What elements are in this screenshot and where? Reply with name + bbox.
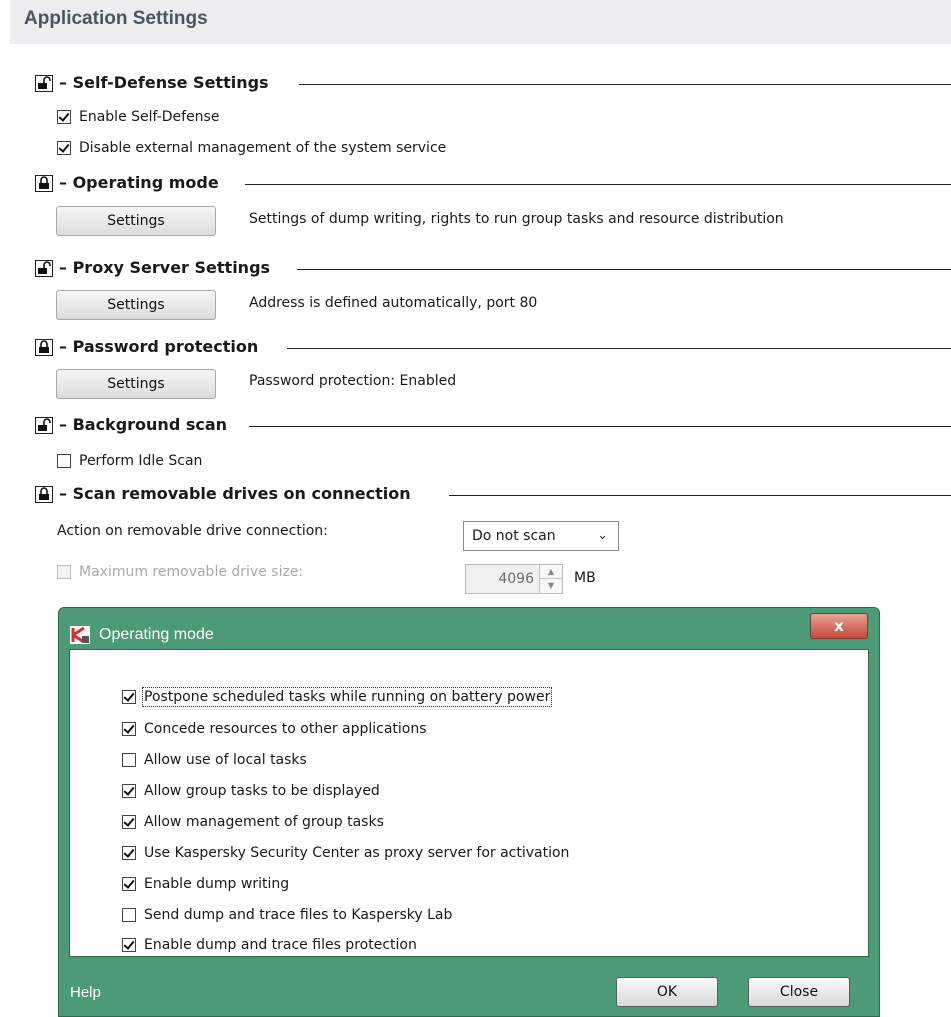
close-icon[interactable]: x [810, 613, 868, 639]
size-unit-label: MB [574, 570, 596, 586]
checkbox-label: Send dump and trace files to Kaspersky L… [144, 907, 453, 923]
stepper-down-icon[interactable]: ▼ [540, 579, 562, 593]
checkbox-box[interactable] [122, 877, 136, 891]
disable-external-management-checkbox[interactable]: Disable external management of the syste… [57, 138, 446, 158]
dialog-title: Operating mode [99, 626, 214, 643]
checkbox-box[interactable] [122, 846, 136, 860]
section-divider [297, 269, 951, 270]
proxy-settings-button[interactable]: Settings [56, 290, 216, 320]
max-drive-size-checkbox[interactable]: Maximum removable drive size: [57, 562, 303, 582]
checkbox-box[interactable] [57, 110, 71, 124]
locked-padlock-icon[interactable] [35, 175, 53, 192]
password-settings-button[interactable]: Settings [56, 369, 216, 399]
action-on-connection-label: Action on removable drive connection: [57, 523, 328, 539]
checkbox-label: Enable dump writing [144, 876, 290, 892]
stepper-value: 4096 [498, 571, 534, 587]
dialog-option-checkbox[interactable]: Allow use of local tasks [122, 750, 307, 770]
perform-idle-scan-checkbox[interactable]: Perform Idle Scan [57, 451, 202, 471]
stepper-buttons: ▲ ▼ [539, 565, 562, 593]
dialog-option-checkbox[interactable]: Postpone scheduled tasks while running o… [122, 687, 553, 707]
checkbox-box[interactable] [122, 722, 136, 736]
checkbox-label: Allow use of local tasks [144, 752, 307, 768]
select-value: Do not scan [472, 528, 556, 544]
checkbox-box[interactable] [122, 908, 136, 922]
dialog-option-checkbox[interactable]: Concede resources to other applications [122, 719, 427, 739]
section-proxy-server: – Proxy Server Settings [35, 258, 951, 280]
unlocked-padlock-icon[interactable] [35, 75, 53, 92]
dialog-option-checkbox[interactable]: Allow group tasks to be displayed [122, 781, 380, 801]
checkbox-box[interactable] [122, 690, 136, 704]
max-drive-size-stepper[interactable]: 4096 ▲ ▼ [465, 564, 563, 594]
proxy-description: Address is defined automatically, port 8… [249, 295, 538, 311]
chevron-down-icon: ⌄ [597, 528, 608, 543]
checkbox-label: Maximum removable drive size: [79, 564, 304, 580]
checkbox-box[interactable] [122, 784, 136, 798]
checkbox-box[interactable] [122, 753, 136, 767]
operating-mode-description: Settings of dump writing, rights to run … [249, 211, 784, 227]
section-scan-removable-drives: – Scan removable drives on connection [35, 484, 951, 506]
dialog-options-panel: Postpone scheduled tasks while running o… [69, 649, 869, 957]
help-link[interactable]: Help [70, 984, 101, 1001]
locked-padlock-icon[interactable] [35, 486, 53, 503]
section-password-protection: – Password protection [35, 337, 951, 359]
dialog-option-checkbox[interactable]: Enable dump writing [122, 874, 289, 894]
section-background-scan: – Background scan [35, 415, 951, 437]
checkbox-label: Perform Idle Scan [79, 453, 203, 469]
checkbox-label: Concede resources to other applications [144, 721, 427, 737]
checkbox-box[interactable] [122, 815, 136, 829]
checkbox-box[interactable] [122, 938, 136, 952]
dialog-option-checkbox[interactable]: Allow management of group tasks [122, 812, 384, 832]
section-divider [245, 184, 951, 185]
section-title: – Scan removable drives on connection [59, 484, 414, 503]
section-title: – Operating mode [59, 173, 222, 192]
page-title: Application Settings [24, 8, 208, 29]
section-title: – Self-Defense Settings [59, 73, 272, 92]
kaspersky-k-icon [70, 626, 90, 644]
section-title: – Proxy Server Settings [59, 258, 274, 277]
checkbox-label: Allow group tasks to be displayed [144, 783, 380, 799]
dialog-option-checkbox[interactable]: Use Kaspersky Security Center as proxy s… [122, 843, 569, 863]
ok-button[interactable]: OK [616, 977, 718, 1007]
password-description: Password protection: Enabled [249, 373, 457, 389]
operating-mode-dialog: Operating mode x Postpone scheduled task… [58, 607, 880, 1017]
section-divider [287, 348, 951, 349]
checkbox-label: Enable Self-Defense [79, 109, 220, 125]
checkbox-label: Disable external management of the syste… [79, 140, 447, 156]
unlocked-padlock-icon[interactable] [35, 417, 53, 434]
checkbox-box[interactable] [57, 454, 71, 468]
checkbox-label: Allow management of group tasks [144, 814, 384, 830]
checkbox-label: Postpone scheduled tasks while running o… [141, 687, 553, 707]
stepper-up-icon[interactable]: ▲ [540, 565, 562, 579]
action-on-connection-select[interactable]: Do not scan ⌄ [463, 521, 619, 551]
dialog-option-checkbox[interactable]: Enable dump and trace files protection [122, 935, 417, 955]
section-divider [449, 495, 951, 496]
checkbox-label: Use Kaspersky Security Center as proxy s… [144, 845, 570, 861]
close-button[interactable]: Close [748, 977, 850, 1007]
unlocked-padlock-icon[interactable] [35, 260, 53, 277]
operating-mode-settings-button[interactable]: Settings [56, 206, 216, 236]
checkbox-label: Enable dump and trace files protection [144, 937, 417, 953]
dialog-option-checkbox[interactable]: Send dump and trace files to Kaspersky L… [122, 905, 452, 925]
section-title: – Background scan [59, 415, 231, 434]
checkbox-box[interactable] [57, 565, 71, 579]
checkbox-box[interactable] [57, 141, 71, 155]
enable-self-defense-checkbox[interactable]: Enable Self-Defense [57, 107, 219, 127]
section-self-defense: – Self-Defense Settings [35, 73, 951, 95]
section-title: – Password protection [59, 337, 262, 356]
section-divider [299, 84, 951, 85]
section-operating-mode: – Operating mode [35, 173, 951, 195]
section-divider [249, 426, 951, 427]
settings-header: Application Settings [10, 0, 951, 44]
locked-padlock-icon[interactable] [35, 339, 53, 356]
